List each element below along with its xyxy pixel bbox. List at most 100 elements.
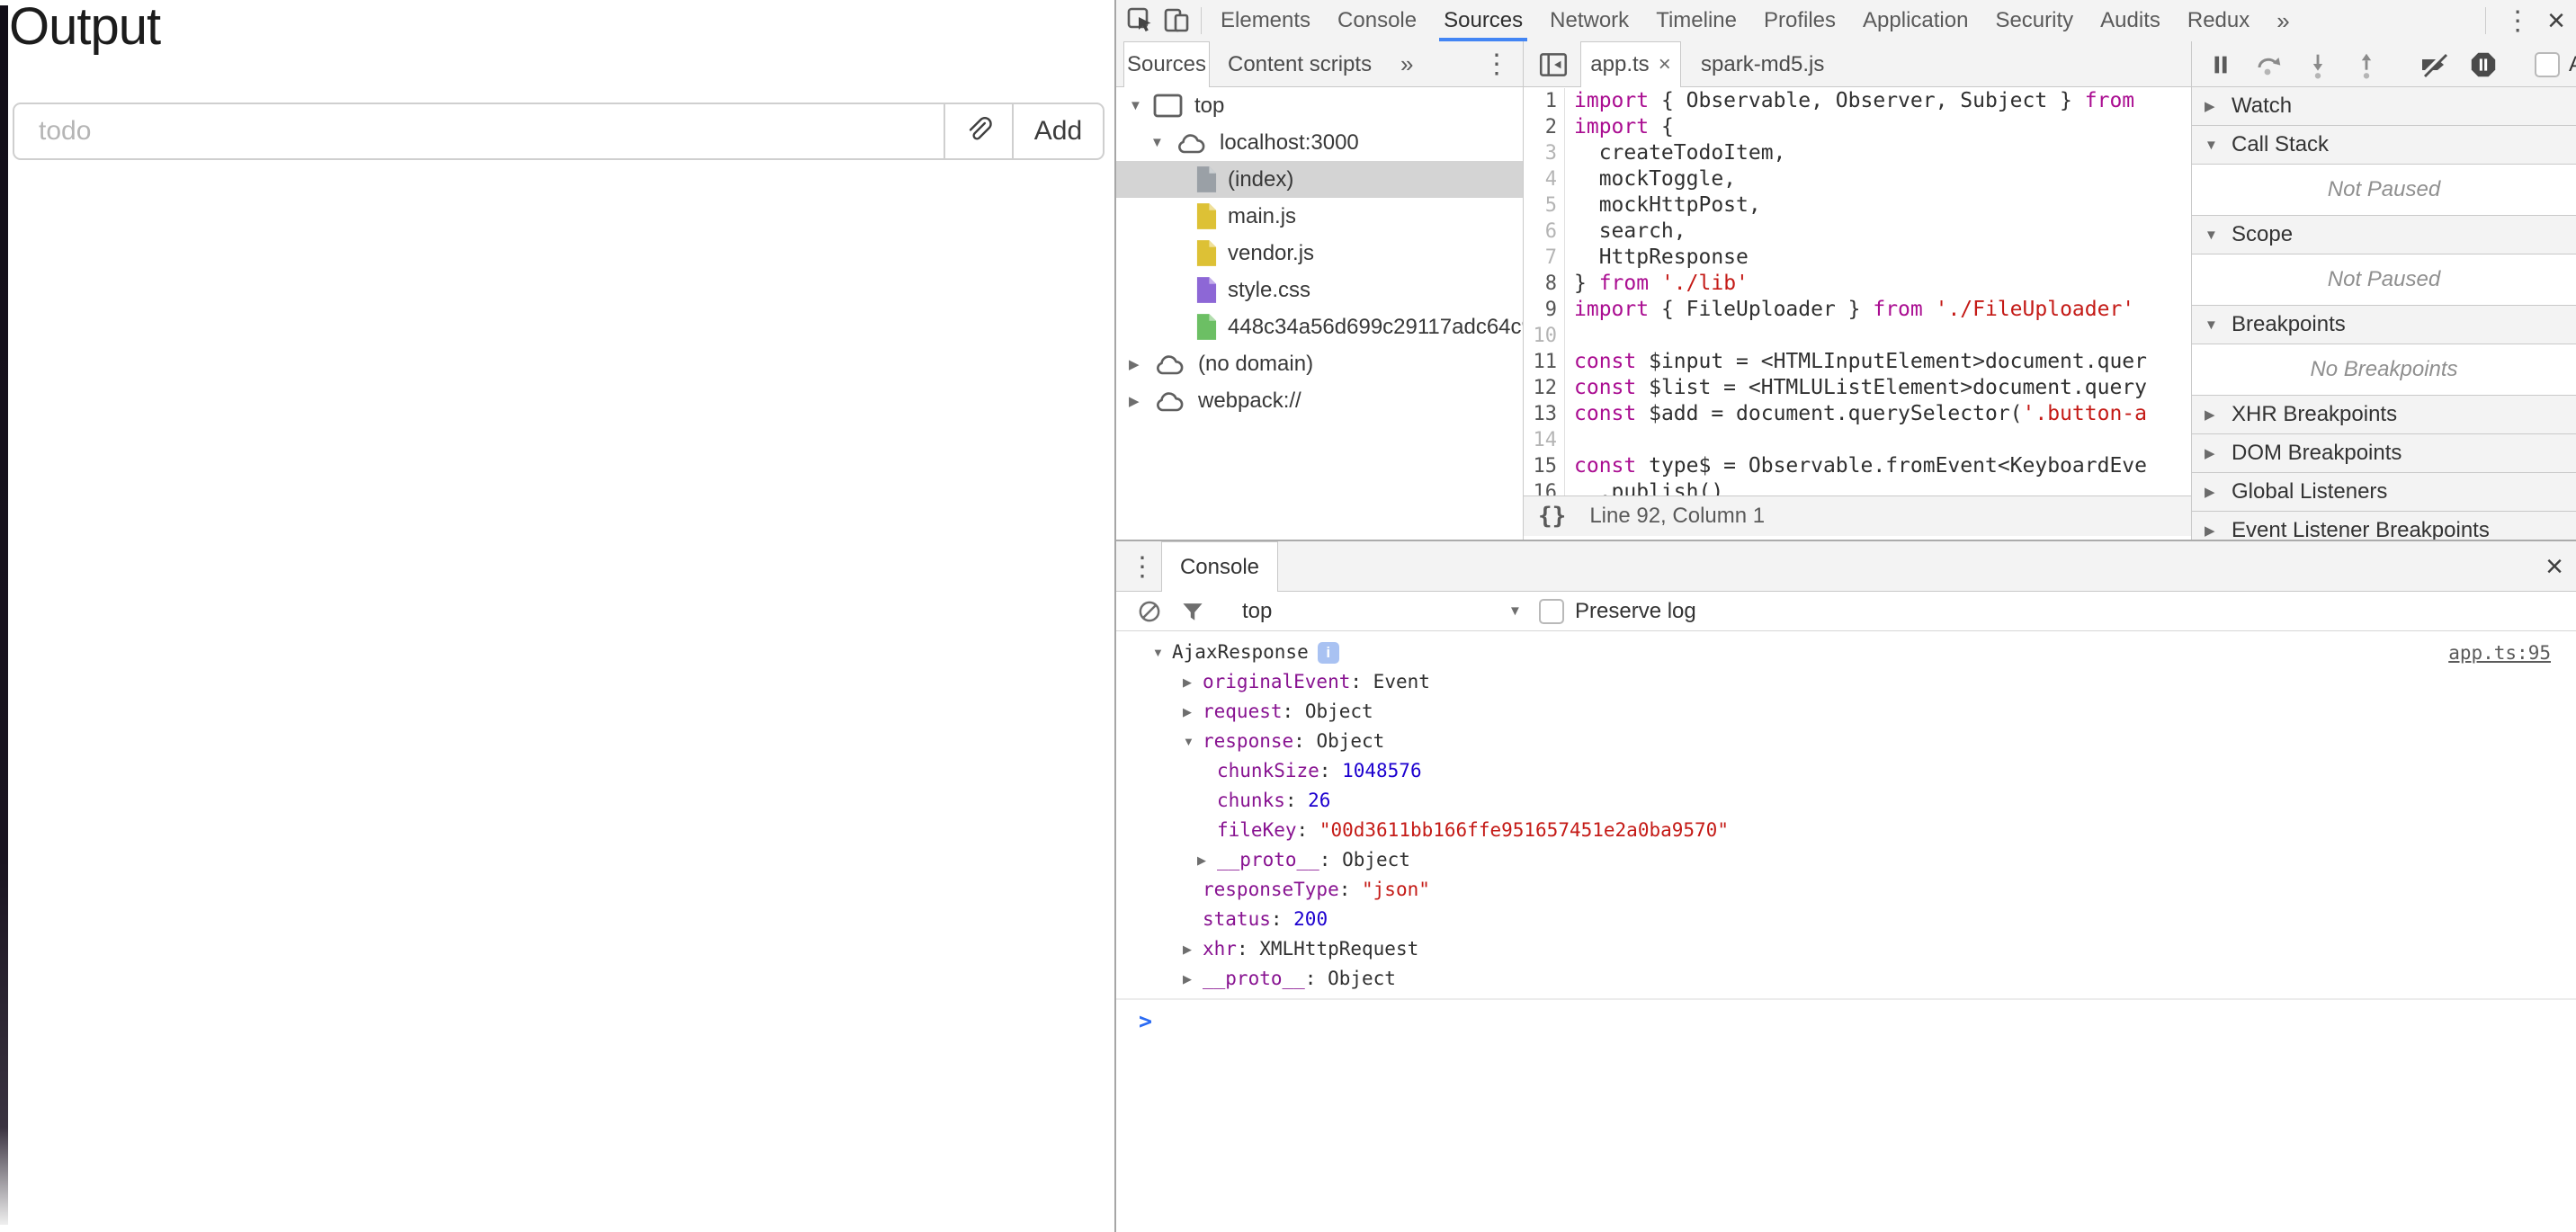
line-text[interactable] (1565, 323, 2191, 349)
subtab-content-scripts[interactable]: Content scripts (1228, 41, 1372, 87)
sidebar-section-global-listeners[interactable]: ▶Global Listeners (2192, 473, 2576, 512)
line-number[interactable]: 1 (1524, 88, 1565, 114)
line-text[interactable]: createTodoItem, (1565, 140, 2191, 166)
line-number[interactable]: 8 (1524, 271, 1565, 297)
tab-sources[interactable]: Sources (1430, 0, 1536, 41)
tab-audits[interactable]: Audits (2087, 0, 2174, 41)
add-button[interactable]: Add (1012, 104, 1103, 158)
tree-item-style-css[interactable]: style.css (1116, 272, 1523, 308)
line-number[interactable]: 13 (1524, 401, 1565, 427)
line-number[interactable]: 12 (1524, 375, 1565, 401)
console-tree-row[interactable]: fileKey: "00d3611bb166ffe951657451e2a0ba… (1116, 816, 2576, 845)
line-text[interactable]: const $add = document.querySelector('.bu… (1565, 401, 2191, 427)
editor-tab-sparkmd5[interactable]: spark-md5.js (1694, 41, 1831, 87)
navigator-menu-button[interactable]: ⋮ (1483, 41, 1510, 87)
editor-tab-appts[interactable]: app.ts × (1580, 41, 1681, 87)
tree-item-webpack-[interactable]: ▶webpack:// (1116, 382, 1523, 419)
tab-application[interactable]: Application (1849, 0, 1981, 41)
tree-item--no-domain-[interactable]: ▶(no domain) (1116, 345, 1523, 382)
step-into-button[interactable] (2303, 49, 2333, 81)
console-source-link[interactable]: app.ts:95 (2448, 642, 2551, 664)
expand-arrow[interactable]: ▶ (1183, 934, 1203, 964)
line-number[interactable]: 6 (1524, 219, 1565, 245)
devtools-close-button[interactable]: × (2544, 0, 2576, 41)
more-tabs-chevron[interactable]: » (2263, 0, 2303, 41)
line-text[interactable]: } from './lib' (1565, 271, 2191, 297)
tree-expand-arrow[interactable]: ▼ (1150, 135, 1174, 150)
preserve-log-checkbox[interactable] (1539, 599, 1564, 624)
line-number[interactable]: 2 (1524, 114, 1565, 140)
close-tab-icon[interactable]: × (1659, 52, 1671, 77)
expand-arrow[interactable]: ▶ (1183, 697, 1203, 727)
tree-item-448c34a56d699c29117adc64c9[interactable]: 448c34a56d699c29117adc64c9 (1116, 308, 1523, 345)
tree-item-vendor-js[interactable]: vendor.js (1116, 235, 1523, 272)
line-text[interactable]: import { Observable, Observer, Subject }… (1565, 88, 2191, 114)
sidebar-section-watch[interactable]: ▶Watch (2192, 87, 2576, 126)
line-text[interactable]: import { (1565, 114, 2191, 140)
subtab-sources[interactable]: Sources (1123, 41, 1210, 87)
sidebar-section-dom-breakpoints[interactable]: ▶DOM Breakpoints (2192, 434, 2576, 473)
tab-network[interactable]: Network (1536, 0, 1642, 41)
console-tree-row[interactable]: ▶__proto__: Object (1116, 845, 2576, 875)
line-text[interactable]: HttpResponse (1565, 245, 2191, 271)
execution-context-selector[interactable]: top (1242, 599, 1272, 624)
expand-arrow[interactable]: ▼ (1152, 638, 1172, 667)
console-menu-button[interactable]: ⋮ (1129, 541, 1156, 592)
deactivate-breakpoints-button[interactable] (2418, 49, 2450, 81)
console-tree-row[interactable]: responseType: "json" (1116, 875, 2576, 905)
tree-item-main-js[interactable]: main.js (1116, 198, 1523, 235)
line-number[interactable]: 11 (1524, 349, 1565, 375)
tab-elements[interactable]: Elements (1207, 0, 1324, 41)
console-tree-row[interactable]: chunkSize: 1048576 (1116, 756, 2576, 786)
tree-expand-arrow[interactable]: ▶ (1129, 356, 1152, 372)
sidebar-section-event-listener-breakpoints[interactable]: ▶Event Listener Breakpoints (2192, 512, 2576, 540)
console-tree-row[interactable]: ▶__proto__: Object (1116, 964, 2576, 994)
sidebar-section-call-stack[interactable]: ▼Call Stack (2192, 126, 2576, 165)
tab-redux[interactable]: Redux (2174, 0, 2263, 41)
device-toolbar-button[interactable] (1159, 0, 1195, 41)
todo-input[interactable] (14, 104, 944, 158)
line-number[interactable]: 3 (1524, 140, 1565, 166)
tab-console[interactable]: Console (1324, 0, 1430, 41)
line-number[interactable]: 7 (1524, 245, 1565, 271)
context-dropdown-caret[interactable]: ▼ (1508, 603, 1522, 619)
line-text[interactable]: import { FileUploader } from './FileUplo… (1565, 297, 2191, 323)
line-number[interactable]: 14 (1524, 427, 1565, 453)
line-number[interactable]: 9 (1524, 297, 1565, 323)
console-tree-row[interactable]: ▼AjaxResponsei (1116, 638, 2576, 667)
console-close-button[interactable]: × (2545, 541, 2563, 592)
pause-on-exceptions-button[interactable] (2468, 49, 2499, 80)
line-number[interactable]: 5 (1524, 192, 1565, 219)
console-tree-row[interactable]: status: 200 (1116, 905, 2576, 934)
tab-timeline[interactable]: Timeline (1642, 0, 1750, 41)
console-tree-row[interactable]: ▶xhr: XMLHttpRequest (1116, 934, 2576, 964)
tree-item-top[interactable]: ▼top (1116, 87, 1523, 124)
line-text[interactable]: search, (1565, 219, 2191, 245)
step-out-button[interactable] (2351, 49, 2382, 81)
tree-expand-arrow[interactable]: ▼ (1129, 98, 1152, 113)
console-tab[interactable]: Console (1161, 541, 1278, 592)
filter-icon[interactable] (1179, 598, 1206, 625)
expand-arrow[interactable]: ▶ (1183, 667, 1203, 697)
expand-arrow[interactable]: ▶ (1197, 845, 1217, 875)
step-over-button[interactable] (2252, 49, 2285, 81)
console-prompt[interactable]: > (1116, 1000, 2576, 1034)
attach-button[interactable] (944, 104, 1012, 158)
sidebar-section-scope[interactable]: ▼Scope (2192, 216, 2576, 254)
line-text[interactable] (1565, 427, 2191, 453)
line-text[interactable]: const $list = <HTMLUListElement>document… (1565, 375, 2191, 401)
more-subtabs-chevron[interactable]: » (1400, 41, 1413, 87)
console-tree-row[interactable]: ▼response: Object (1116, 727, 2576, 756)
line-text[interactable]: const type$ = Observable.fromEvent<Keybo… (1565, 453, 2191, 479)
code-lines[interactable]: 1import { Observable, Observer, Subject … (1524, 88, 2191, 505)
sidebar-section-breakpoints[interactable]: ▼Breakpoints (2192, 306, 2576, 344)
line-text[interactable]: mockToggle, (1565, 166, 2191, 192)
clear-console-button[interactable] (1136, 598, 1163, 625)
tab-profiles[interactable]: Profiles (1750, 0, 1849, 41)
sidebar-section-xhr-breakpoints[interactable]: ▶XHR Breakpoints (2192, 396, 2576, 434)
devtools-menu-button[interactable]: ⋮ (2491, 0, 2544, 41)
pretty-print-button[interactable]: {} (1538, 503, 1566, 530)
console-tree-row[interactable]: chunks: 26 (1116, 786, 2576, 816)
async-checkbox[interactable] (2535, 52, 2560, 77)
line-number[interactable]: 10 (1524, 323, 1565, 349)
